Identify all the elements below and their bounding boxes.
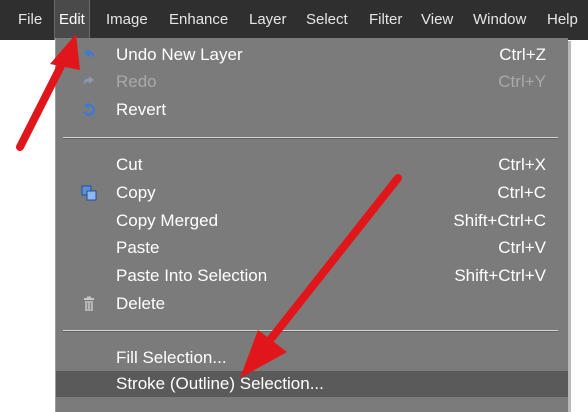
- annotation-overlay: [16, 34, 402, 378]
- red-arrow-to-edit-menu: [16, 34, 80, 151]
- red-arrow-to-stroke-selection: [240, 174, 402, 378]
